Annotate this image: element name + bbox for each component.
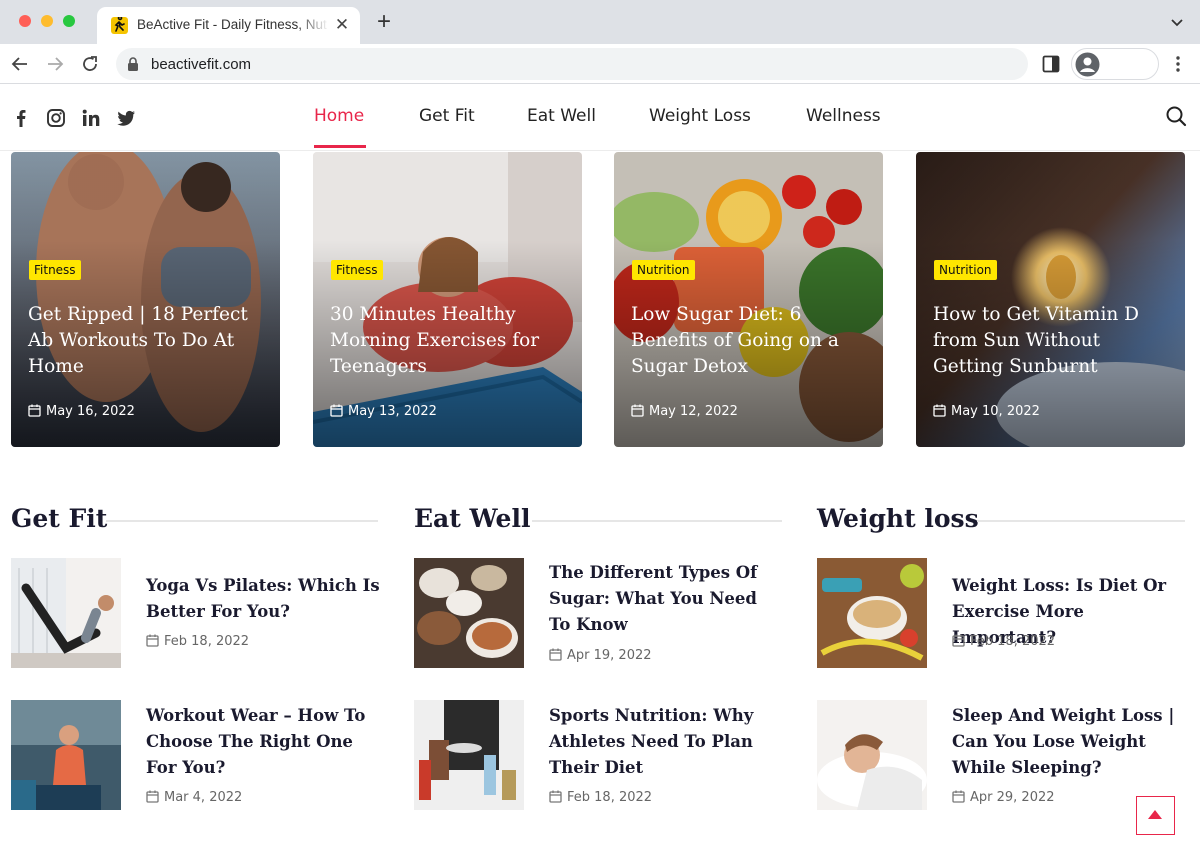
post-date: Feb 18, 2022 (146, 634, 249, 649)
browser-toolbar: beactivefit.com (0, 44, 1200, 84)
category-badge[interactable]: Nutrition (934, 260, 997, 280)
section-title[interactable]: Get Fit (11, 504, 107, 533)
calendar-icon (933, 404, 946, 417)
section-title[interactable]: Weight loss (817, 504, 979, 533)
maximize-window-button[interactable] (63, 15, 75, 27)
post-thumbnail[interactable] (11, 700, 121, 810)
post-title[interactable]: The Different Types Of Sugar: What You N… (549, 560, 784, 638)
section-weight-loss: Weight loss Weight Loss: Is Diet Or Exer… (817, 500, 1187, 820)
section-divider (106, 520, 378, 522)
nav-home[interactable]: Home (314, 106, 364, 126)
section-title[interactable]: Eat Well (414, 504, 530, 533)
featured-card[interactable]: Nutrition Low Sugar Diet: 6 Benefits of … (614, 152, 883, 447)
twitter-icon[interactable] (115, 107, 137, 129)
category-badge[interactable]: Nutrition (632, 260, 695, 280)
calendar-icon (146, 634, 159, 647)
list-item[interactable]: The Different Types Of Sugar: What You N… (414, 558, 784, 668)
post-title[interactable]: Workout Wear – How To Choose The Right O… (146, 703, 381, 781)
nav-weight-loss[interactable]: Weight Loss (649, 106, 751, 126)
facebook-icon[interactable] (10, 107, 32, 129)
url-text: beactivefit.com (151, 56, 252, 73)
reload-icon[interactable] (78, 52, 102, 76)
list-item[interactable]: Weight Loss: Is Diet Or Exercise More Im… (817, 558, 1187, 668)
arrow-up-icon (1148, 810, 1162, 819)
card-date: May 16, 2022 (28, 404, 135, 422)
calendar-icon (28, 404, 41, 417)
post-thumbnail[interactable] (11, 558, 121, 668)
list-item[interactable]: Workout Wear – How To Choose The Right O… (11, 700, 381, 810)
category-badge[interactable]: Fitness (29, 260, 81, 280)
main-navigation: Home Get Fit Eat Well Weight Loss Wellne… (300, 85, 900, 151)
active-nav-underline (314, 145, 366, 148)
tab-search-chevron-icon[interactable] (1166, 13, 1188, 33)
back-arrow-icon[interactable] (8, 52, 32, 76)
search-icon[interactable] (1164, 104, 1188, 128)
nav-get-fit[interactable]: Get Fit (419, 106, 475, 126)
linkedin-icon[interactable] (80, 107, 102, 129)
calendar-icon (952, 790, 965, 803)
calendar-icon (549, 790, 562, 803)
nav-eat-well[interactable]: Eat Well (527, 106, 596, 126)
featured-card[interactable]: Nutrition How to Get Vitamin D from Sun … (916, 152, 1185, 447)
post-date: Mar 4, 2022 (146, 790, 242, 805)
list-item[interactable]: Yoga Vs Pilates: Which Is Better For You… (11, 558, 381, 668)
category-badge[interactable]: Fitness (331, 260, 383, 280)
calendar-icon (631, 404, 644, 417)
post-date: Apr 29, 2022 (952, 790, 1055, 805)
post-thumbnail[interactable] (817, 558, 927, 668)
section-eat-well: Eat Well The Different Types Of Sugar: W… (414, 500, 784, 820)
card-date: May 12, 2022 (631, 404, 738, 422)
list-item[interactable]: Sleep And Weight Loss | Can You Lose Wei… (817, 700, 1187, 810)
section-divider (532, 520, 782, 522)
card-title[interactable]: Low Sugar Diet: 6 Benefits of Going on a… (631, 302, 871, 380)
card-title[interactable]: 30 Minutes Healthy Morning Exercises for… (330, 302, 570, 380)
post-thumbnail[interactable] (414, 700, 524, 810)
avatar-icon (1075, 52, 1100, 77)
card-title[interactable]: How to Get Vitamin D from Sun Without Ge… (933, 302, 1173, 380)
post-title[interactable]: Yoga Vs Pilates: Which Is Better For You… (146, 573, 381, 625)
section-get-fit: Get Fit Yoga Vs Pilates: Which Is Better… (11, 500, 381, 820)
close-window-button[interactable] (19, 15, 31, 27)
nav-wellness[interactable]: Wellness (806, 106, 881, 126)
lock-icon (127, 57, 139, 71)
post-title[interactable]: Sleep And Weight Loss | Can You Lose Wei… (952, 703, 1187, 781)
post-date: Feb 18, 2022 (549, 790, 652, 805)
post-thumbnail[interactable] (414, 558, 524, 668)
post-date: Apr 19, 2022 (549, 648, 652, 663)
calendar-icon (952, 634, 965, 647)
post-title[interactable]: Sports Nutrition: Why Athletes Need To P… (549, 703, 784, 781)
forward-arrow-icon[interactable] (43, 52, 67, 76)
calendar-icon (330, 404, 343, 417)
new-tab-button[interactable]: + (373, 10, 395, 34)
close-tab-icon[interactable]: ✕ (334, 15, 350, 35)
browser-tab[interactable]: BeActive Fit - Daily Fitness, Nutrition … (97, 7, 360, 44)
browser-menu-icon[interactable] (1170, 54, 1186, 74)
featured-card[interactable]: Fitness Get Ripped | 18 Perfect Ab Worko… (11, 152, 280, 447)
calendar-icon (146, 790, 159, 803)
browser-tab-strip: BeActive Fit - Daily Fitness, Nutrition … (0, 0, 1200, 44)
address-bar[interactable]: beactivefit.com (116, 48, 1028, 80)
post-thumbnail[interactable] (817, 700, 927, 810)
section-divider (977, 520, 1185, 522)
card-date: May 10, 2022 (933, 404, 1040, 422)
instagram-icon[interactable] (45, 107, 67, 129)
back-to-top-button[interactable] (1136, 796, 1175, 835)
site-header: Home Get Fit Eat Well Weight Loss Wellne… (0, 85, 1200, 151)
runner-favicon-icon (111, 15, 128, 34)
featured-card[interactable]: Fitness 30 Minutes Healthy Morning Exerc… (313, 152, 582, 447)
profile-button[interactable] (1071, 48, 1159, 80)
calendar-icon (549, 648, 562, 661)
list-item[interactable]: Sports Nutrition: Why Athletes Need To P… (414, 700, 784, 810)
card-title[interactable]: Get Ripped | 18 Perfect Ab Workouts To D… (28, 302, 268, 380)
minimize-window-button[interactable] (41, 15, 53, 27)
card-date: May 13, 2022 (330, 404, 437, 422)
post-date: Feb 18, 2022 (952, 634, 1055, 649)
side-panel-icon[interactable] (1042, 55, 1060, 73)
